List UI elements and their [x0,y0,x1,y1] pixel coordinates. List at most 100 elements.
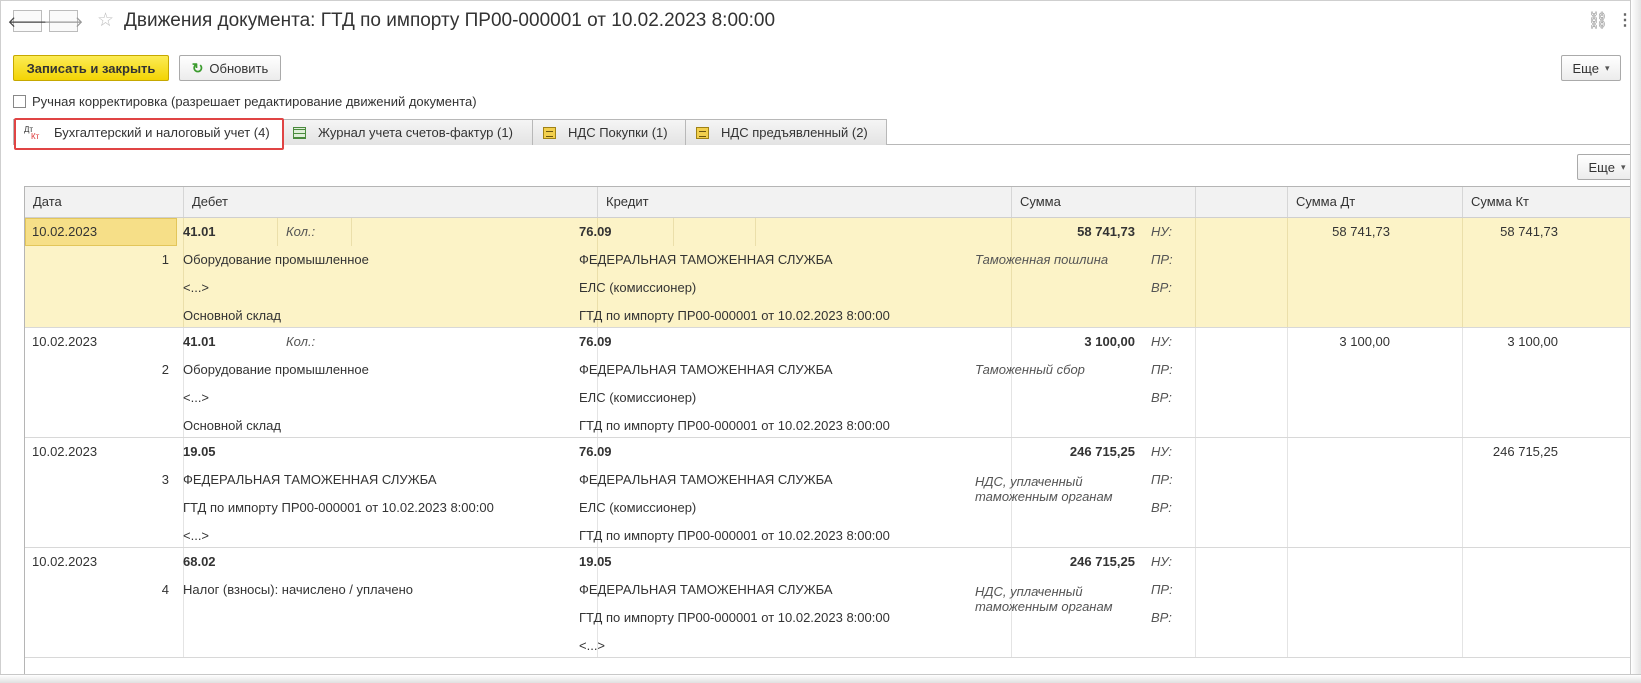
vr-label: ВР: [1151,280,1172,295]
col-date[interactable]: Дата [25,187,183,217]
col-accounting-type[interactable] [1195,187,1287,217]
link-icon[interactable]: ⛓ [1587,11,1609,31]
sum-kt-value[interactable]: 58 741,73 [1425,218,1558,246]
table-row[interactable]: 10.02.2023 3 19.05 ФЕДЕРАЛЬНАЯ ТАМОЖЕННАЯ С… [25,438,1630,548]
nu-label: НУ: [1151,224,1173,239]
more-button[interactable]: Еще ▾ [1561,55,1621,81]
tab-label: Журнал учета счетов-фактур (1) [318,125,513,140]
tab-vat-presented[interactable]: НДС предъявленный (2) [686,119,887,145]
sum-dt-value[interactable] [1265,438,1390,466]
credit-subconto[interactable]: ЕЛС (комиссионер) [579,494,696,522]
credit-subconto[interactable]: ГТД по импорту ПР00-000001 от 10.02.2023… [579,522,890,550]
debit-subconto[interactable]: <...> [183,522,209,550]
entry-number: 1 [161,252,169,267]
entry-content[interactable]: НДС, уплаченный таможенным органам [975,474,1135,504]
entry-date[interactable]: 10.02.2023 [32,548,97,576]
credit-subconto[interactable]: ГТД по импорту ПР00-000001 от 10.02.2023… [579,302,890,330]
tab-label: НДС Покупки (1) [568,125,668,140]
nu-label: НУ: [1151,334,1173,349]
entry-number: 2 [161,362,169,377]
entry-sum[interactable]: 58 741,73 [985,218,1135,246]
col-sum-kt[interactable]: Сумма Кт [1462,187,1630,217]
pr-label: ПР: [1151,252,1173,267]
manual-edit-checkbox-row[interactable]: Ручная корректировка (разрешает редактир… [13,94,477,109]
debit-subconto[interactable]: Основной склад [183,302,281,330]
credit-subconto[interactable]: ЕЛС (комиссионер) [579,274,696,302]
sum-dt-value[interactable]: 58 741,73 [1265,218,1390,246]
sum-dt-value[interactable] [1265,548,1390,576]
manual-edit-checkbox[interactable] [13,95,26,108]
chevron-down-icon: ▾ [1604,62,1610,73]
entry-date[interactable]: 10.02.2023 [32,218,97,246]
entry-sum[interactable]: 246 715,25 [985,548,1135,576]
debit-account[interactable]: 41.01 [183,218,216,246]
column-divider [277,218,278,246]
column-divider [351,218,352,246]
debit-subconto[interactable]: <...> [183,274,209,302]
debit-account[interactable]: 41.01 [183,328,216,356]
credit-account[interactable]: 76.09 [579,218,612,246]
sum-kt-value[interactable]: 3 100,00 [1425,328,1558,356]
credit-account[interactable]: 19.05 [579,548,612,576]
register-icon [543,126,556,139]
tab-invoice-journal[interactable]: Журнал учета счетов-фактур (1) [283,119,533,145]
credit-account[interactable]: 76.09 [579,328,612,356]
credit-subconto[interactable]: ЕЛС (комиссионер) [579,384,696,412]
save-and-close-button[interactable]: Записать и закрыть [13,55,169,81]
table-row[interactable]: 10.02.2023 2 41.01 Кол.: Оборудование промыш… [25,328,1630,438]
window-edge [0,674,1641,683]
debit-subconto[interactable]: Налог (взносы): начислено / уплачено [183,576,413,604]
debit-subconto[interactable]: <...> [183,384,209,412]
debit-subconto[interactable]: ГТД по импорту ПР00-000001 от 10.02.2023… [183,494,494,522]
sum-kt-value[interactable] [1425,548,1558,576]
col-debit[interactable]: Дебет [183,187,597,217]
favorite-star-icon[interactable]: ☆ [97,9,114,32]
debit-account[interactable]: 19.05 [183,438,216,466]
credit-subconto[interactable]: <...> [579,632,605,660]
credit-account[interactable]: 76.09 [579,438,612,466]
entry-date[interactable]: 10.02.2023 [32,328,97,356]
pr-label: ПР: [1151,362,1173,377]
table-more-button[interactable]: Еще ▾ [1577,154,1637,180]
credit-subconto[interactable]: ФЕДЕРАЛЬНАЯ ТАМОЖЕННАЯ СЛУЖБА [579,576,833,604]
entry-content[interactable]: НДС, уплаченный таможенным органам [975,584,1135,614]
nu-label: НУ: [1151,444,1173,459]
refresh-label: Обновить [209,60,269,76]
entry-date[interactable]: 10.02.2023 [32,438,97,466]
debit-account[interactable]: 68.02 [183,548,216,576]
credit-subconto[interactable]: ФЕДЕРАЛЬНАЯ ТАМОЖЕННАЯ СЛУЖБА [579,466,833,494]
entry-number: 3 [161,472,169,487]
manual-edit-label: Ручная корректировка (разрешает редактир… [32,94,477,109]
debit-subconto[interactable]: ФЕДЕРАЛЬНАЯ ТАМОЖЕННАЯ СЛУЖБА [183,466,437,494]
credit-subconto[interactable]: ГТД по импорту ПР00-000001 от 10.02.2023… [579,412,890,440]
entry-content[interactable]: Таможенный сбор [975,356,1085,384]
debit-subconto[interactable]: Оборудование промышленное [183,356,369,384]
sum-dt-value[interactable]: 3 100,00 [1265,328,1390,356]
table-more-label: Еще [1588,159,1615,175]
col-sum[interactable]: Сумма [1011,187,1195,217]
tab-vat-purchases[interactable]: НДС Покупки (1) [533,119,686,145]
arrow-right-icon: 🡒 [43,13,84,31]
table-row[interactable]: 10.02.2023 1 41.01 Кол.: Оборудование промыш… [25,218,1630,328]
entry-content[interactable]: Таможенная пошлина [975,246,1108,274]
forward-button[interactable]: 🡒 [43,10,84,32]
credit-subconto[interactable]: ФЕДЕРАЛЬНАЯ ТАМОЖЕННАЯ СЛУЖБА [579,356,833,384]
debit-subconto[interactable]: Оборудование промышленное [183,246,369,274]
col-sum-dt[interactable]: Сумма Дт [1287,187,1462,217]
tab-label: НДС предъявленный (2) [721,125,868,140]
vr-label: ВР: [1151,610,1172,625]
column-divider [673,218,674,246]
refresh-button[interactable]: ↻ Обновить [179,55,281,81]
entry-sum[interactable]: 246 715,25 [985,438,1135,466]
chevron-down-icon: ▾ [1620,161,1626,172]
col-credit[interactable]: Кредит [597,187,1011,217]
vr-label: ВР: [1151,500,1172,515]
back-button[interactable]: 🡐 [7,10,48,32]
vr-label: ВР: [1151,390,1172,405]
table-row[interactable]: 10.02.2023 4 68.02 Налог (взносы): начислен… [25,548,1630,658]
credit-subconto[interactable]: ГТД по импорту ПР00-000001 от 10.02.2023… [579,604,890,632]
credit-subconto[interactable]: ФЕДЕРАЛЬНАЯ ТАМОЖЕННАЯ СЛУЖБА [579,246,833,274]
debit-subconto[interactable]: Основной склад [183,412,281,440]
entry-sum[interactable]: 3 100,00 [985,328,1135,356]
sum-kt-value[interactable]: 246 715,25 [1425,438,1558,466]
